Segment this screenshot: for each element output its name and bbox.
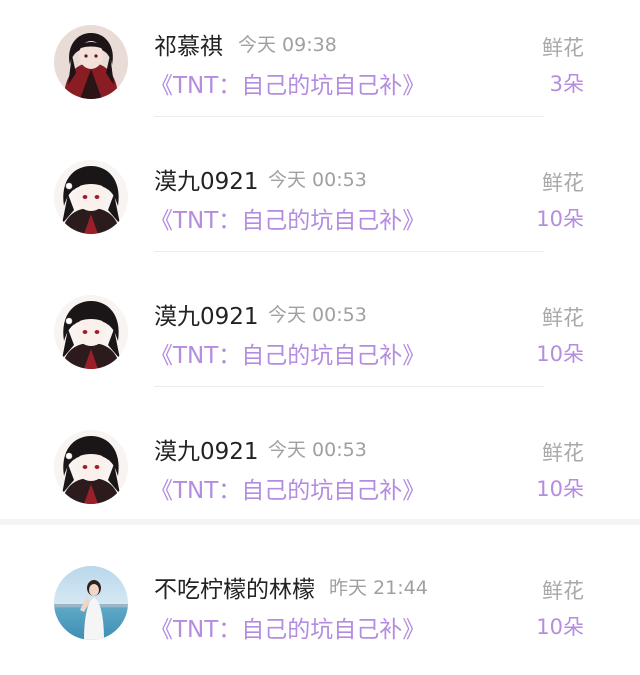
gift-count: 10朵 (536, 477, 584, 501)
gift-count: 3朵 (549, 72, 584, 96)
user-name[interactable]: 漠九0921 (154, 297, 259, 331)
book-title-link[interactable]: 《TNT：自己的坑自己补》 (150, 471, 425, 505)
divider (154, 251, 544, 252)
avatar[interactable] (54, 25, 128, 99)
avatar[interactable] (54, 566, 128, 640)
gift-type: 鲜花 (542, 579, 584, 603)
list-item[interactable]: 祁慕祺 今天 09:38 《TNT：自己的坑自己补》 鲜花 3朵 (0, 0, 640, 135)
timestamp: 今天 09:38 (238, 34, 337, 56)
list-item[interactable]: 漠九0921 今天 00:53 《TNT：自己的坑自己补》 鲜花 10朵 (0, 270, 640, 405)
timestamp: 今天 00:53 (268, 169, 367, 191)
book-title-link[interactable]: 《TNT：自己的坑自己补》 (150, 610, 425, 644)
avatar[interactable] (54, 430, 128, 504)
avatar-anime-black-hair-icon (54, 160, 128, 234)
gift-type: 鲜花 (542, 306, 584, 330)
avatar[interactable] (54, 160, 128, 234)
avatar-anime-black-hair-icon (54, 430, 128, 504)
gift-count: 10朵 (536, 342, 584, 366)
user-name[interactable]: 漠九0921 (154, 432, 259, 466)
timestamp: 今天 00:53 (268, 439, 367, 461)
gift-record-list: 祁慕祺 今天 09:38 《TNT：自己的坑自己补》 鲜花 3朵 漠九0921 (0, 0, 640, 675)
book-title-link[interactable]: 《TNT：自己的坑自己补》 (150, 336, 425, 370)
gift-type: 鲜花 (542, 36, 584, 60)
avatar-anime-black-hair-icon (54, 295, 128, 369)
gift-count: 10朵 (536, 207, 584, 231)
timestamp: 今天 00:53 (268, 304, 367, 326)
timestamp: 昨天 21:44 (329, 577, 428, 599)
section-separator (0, 519, 640, 525)
avatar-boy-red-robe-icon (54, 25, 128, 99)
user-name[interactable]: 祁慕祺 (154, 27, 223, 61)
gift-type: 鲜花 (542, 171, 584, 195)
user-name[interactable]: 不吃柠檬的林檬 (154, 570, 315, 604)
divider (154, 116, 544, 117)
user-name[interactable]: 漠九0921 (154, 162, 259, 196)
avatar[interactable] (54, 295, 128, 369)
book-title-link[interactable]: 《TNT：自己的坑自己补》 (150, 66, 425, 100)
gift-count: 10朵 (536, 615, 584, 639)
avatar-girl-seaside-icon (54, 566, 128, 640)
book-title-link[interactable]: 《TNT：自己的坑自己补》 (150, 201, 425, 235)
list-item[interactable]: 漠九0921 今天 00:53 《TNT：自己的坑自己补》 鲜花 10朵 (0, 135, 640, 270)
list-item[interactable]: 不吃柠檬的林檬 昨天 21:44 《TNT：自己的坑自己补》 鲜花 10朵 (0, 540, 640, 675)
divider (154, 386, 544, 387)
gift-type: 鲜花 (542, 441, 584, 465)
